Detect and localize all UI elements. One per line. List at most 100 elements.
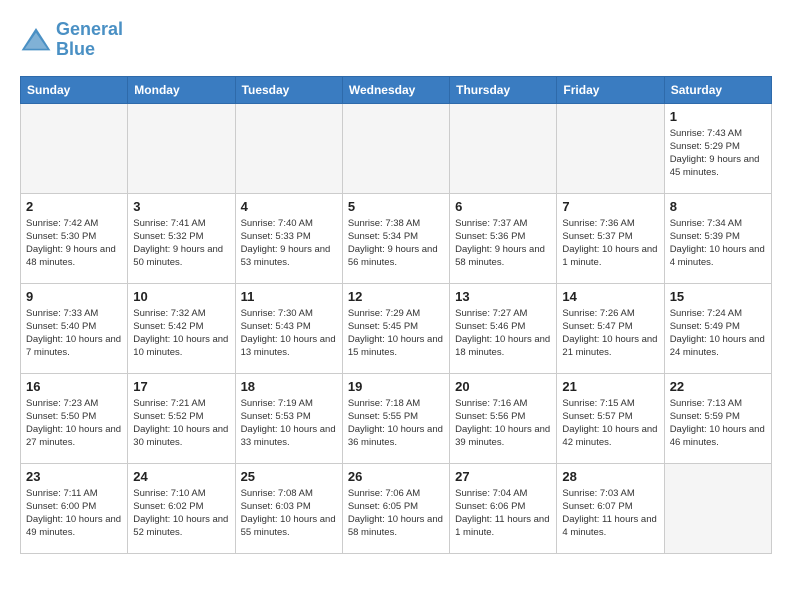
- weekday-header-thursday: Thursday: [450, 76, 557, 103]
- weekday-header-monday: Monday: [128, 76, 235, 103]
- calendar-cell: 13 Sunrise: 7:27 AM Sunset: 5:46 PM Dayli…: [450, 283, 557, 373]
- day-info: Sunrise: 7:33 AM Sunset: 5:40 PM Dayligh…: [26, 307, 122, 360]
- day-info: Sunrise: 7:36 AM Sunset: 5:37 PM Dayligh…: [562, 217, 658, 270]
- page-header: General Blue: [20, 20, 772, 60]
- week-row-3: 9 Sunrise: 7:33 AM Sunset: 5:40 PM Daylig…: [21, 283, 772, 373]
- day-number: 1: [670, 109, 766, 124]
- day-info: Sunrise: 7:11 AM Sunset: 6:00 PM Dayligh…: [26, 487, 122, 540]
- calendar-cell: 4 Sunrise: 7:40 AM Sunset: 5:33 PM Daylig…: [235, 193, 342, 283]
- day-number: 11: [241, 289, 337, 304]
- calendar-cell: 19 Sunrise: 7:18 AM Sunset: 5:55 PM Dayli…: [342, 373, 449, 463]
- calendar-cell: 15 Sunrise: 7:24 AM Sunset: 5:49 PM Dayli…: [664, 283, 771, 373]
- calendar-cell: 24Sunrise: 7:10 AM Sunset: 6:02 PM Dayli…: [128, 463, 235, 553]
- day-info: Sunrise: 7:26 AM Sunset: 5:47 PM Dayligh…: [562, 307, 658, 360]
- calendar-cell: [235, 103, 342, 193]
- day-number: 8: [670, 199, 766, 214]
- day-info: Sunrise: 7:37 AM Sunset: 5:36 PM Dayligh…: [455, 217, 551, 270]
- day-number: 19: [348, 379, 444, 394]
- calendar-cell: 5 Sunrise: 7:38 AM Sunset: 5:34 PM Daylig…: [342, 193, 449, 283]
- calendar-cell: 3 Sunrise: 7:41 AM Sunset: 5:32 PM Daylig…: [128, 193, 235, 283]
- calendar-cell: 23 Sunrise: 7:11 AM Sunset: 6:00 PM Dayli…: [21, 463, 128, 553]
- day-number: 5: [348, 199, 444, 214]
- calendar-cell: 8 Sunrise: 7:34 AM Sunset: 5:39 PM Daylig…: [664, 193, 771, 283]
- day-number: 14: [562, 289, 658, 304]
- calendar-cell: 20 Sunrise: 7:16 AM Sunset: 5:56 PM Dayli…: [450, 373, 557, 463]
- day-number: 13: [455, 289, 551, 304]
- week-row-5: 23 Sunrise: 7:11 AM Sunset: 6:00 PM Dayli…: [21, 463, 772, 553]
- day-number: 15: [670, 289, 766, 304]
- calendar-cell: 9 Sunrise: 7:33 AM Sunset: 5:40 PM Daylig…: [21, 283, 128, 373]
- day-number: 4: [241, 199, 337, 214]
- day-number: 27: [455, 469, 551, 484]
- logo-text: General Blue: [56, 20, 123, 60]
- day-number: 17: [133, 379, 229, 394]
- day-number: 20: [455, 379, 551, 394]
- day-number: 3: [133, 199, 229, 214]
- day-number: 18: [241, 379, 337, 394]
- day-info: Sunrise: 7:15 AM Sunset: 5:57 PM Dayligh…: [562, 397, 658, 450]
- day-info: Sunrise: 7:19 AM Sunset: 5:53 PM Dayligh…: [241, 397, 337, 450]
- calendar-cell: 11 Sunrise: 7:30 AM Sunset: 5:43 PM Dayli…: [235, 283, 342, 373]
- calendar-table: SundayMondayTuesdayWednesdayThursdayFrid…: [20, 76, 772, 554]
- calendar-cell: 18 Sunrise: 7:19 AM Sunset: 5:53 PM Dayli…: [235, 373, 342, 463]
- day-number: 22: [670, 379, 766, 394]
- calendar-cell: 28Sunrise: 7:03 AM Sunset: 6:07 PM Dayli…: [557, 463, 664, 553]
- day-number: 21: [562, 379, 658, 394]
- weekday-header-wednesday: Wednesday: [342, 76, 449, 103]
- day-info: Sunrise: 7:29 AM Sunset: 5:45 PM Dayligh…: [348, 307, 444, 360]
- calendar-cell: 2 Sunrise: 7:42 AM Sunset: 5:30 PM Daylig…: [21, 193, 128, 283]
- day-info: Sunrise: 7:41 AM Sunset: 5:32 PM Dayligh…: [133, 217, 229, 270]
- calendar-cell: [21, 103, 128, 193]
- week-row-2: 2 Sunrise: 7:42 AM Sunset: 5:30 PM Daylig…: [21, 193, 772, 283]
- day-info: Sunrise: 7:30 AM Sunset: 5:43 PM Dayligh…: [241, 307, 337, 360]
- calendar-cell: 12 Sunrise: 7:29 AM Sunset: 5:45 PM Dayli…: [342, 283, 449, 373]
- day-number: 25: [241, 469, 337, 484]
- calendar-cell: 22 Sunrise: 7:13 AM Sunset: 5:59 PM Dayli…: [664, 373, 771, 463]
- week-row-4: 16 Sunrise: 7:23 AM Sunset: 5:50 PM Dayli…: [21, 373, 772, 463]
- calendar-cell: 14 Sunrise: 7:26 AM Sunset: 5:47 PM Dayli…: [557, 283, 664, 373]
- day-info: Sunrise: 7:42 AM Sunset: 5:30 PM Dayligh…: [26, 217, 122, 270]
- day-number: 12: [348, 289, 444, 304]
- day-info: Sunrise: 7:08 AM Sunset: 6:03 PM Dayligh…: [241, 487, 337, 540]
- day-number: 16: [26, 379, 122, 394]
- day-info: Sunrise: 7:06 AM Sunset: 6:05 PM Dayligh…: [348, 487, 444, 540]
- week-row-1: 1Sunrise: 7:43 AM Sunset: 5:29 PM Daylig…: [21, 103, 772, 193]
- calendar-cell: [664, 463, 771, 553]
- calendar-cell: 1Sunrise: 7:43 AM Sunset: 5:29 PM Daylig…: [664, 103, 771, 193]
- day-info: Sunrise: 7:27 AM Sunset: 5:46 PM Dayligh…: [455, 307, 551, 360]
- calendar-cell: 27Sunrise: 7:04 AM Sunset: 6:06 PM Dayli…: [450, 463, 557, 553]
- day-info: Sunrise: 7:32 AM Sunset: 5:42 PM Dayligh…: [133, 307, 229, 360]
- calendar-cell: 26Sunrise: 7:06 AM Sunset: 6:05 PM Dayli…: [342, 463, 449, 553]
- day-info: Sunrise: 7:23 AM Sunset: 5:50 PM Dayligh…: [26, 397, 122, 450]
- day-number: 9: [26, 289, 122, 304]
- day-number: 7: [562, 199, 658, 214]
- weekday-header-row: SundayMondayTuesdayWednesdayThursdayFrid…: [21, 76, 772, 103]
- day-info: Sunrise: 7:24 AM Sunset: 5:49 PM Dayligh…: [670, 307, 766, 360]
- weekday-header-saturday: Saturday: [664, 76, 771, 103]
- calendar-cell: [450, 103, 557, 193]
- calendar-cell: [342, 103, 449, 193]
- day-info: Sunrise: 7:40 AM Sunset: 5:33 PM Dayligh…: [241, 217, 337, 270]
- weekday-header-sunday: Sunday: [21, 76, 128, 103]
- day-number: 10: [133, 289, 229, 304]
- day-number: 23: [26, 469, 122, 484]
- day-info: Sunrise: 7:13 AM Sunset: 5:59 PM Dayligh…: [670, 397, 766, 450]
- calendar-cell: 21 Sunrise: 7:15 AM Sunset: 5:57 PM Dayli…: [557, 373, 664, 463]
- day-info: Sunrise: 7:03 AM Sunset: 6:07 PM Dayligh…: [562, 487, 658, 540]
- day-info: Sunrise: 7:21 AM Sunset: 5:52 PM Dayligh…: [133, 397, 229, 450]
- weekday-header-tuesday: Tuesday: [235, 76, 342, 103]
- day-info: Sunrise: 7:34 AM Sunset: 5:39 PM Dayligh…: [670, 217, 766, 270]
- day-info: Sunrise: 7:16 AM Sunset: 5:56 PM Dayligh…: [455, 397, 551, 450]
- day-info: Sunrise: 7:38 AM Sunset: 5:34 PM Dayligh…: [348, 217, 444, 270]
- day-info: Sunrise: 7:18 AM Sunset: 5:55 PM Dayligh…: [348, 397, 444, 450]
- logo: General Blue: [20, 20, 123, 60]
- calendar-cell: 7 Sunrise: 7:36 AM Sunset: 5:37 PM Daylig…: [557, 193, 664, 283]
- day-number: 2: [26, 199, 122, 214]
- weekday-header-friday: Friday: [557, 76, 664, 103]
- day-info: Sunrise: 7:10 AM Sunset: 6:02 PM Dayligh…: [133, 487, 229, 540]
- calendar-cell: 10 Sunrise: 7:32 AM Sunset: 5:42 PM Dayli…: [128, 283, 235, 373]
- calendar-cell: 6Sunrise: 7:37 AM Sunset: 5:36 PM Daylig…: [450, 193, 557, 283]
- calendar-cell: [128, 103, 235, 193]
- calendar-cell: 17 Sunrise: 7:21 AM Sunset: 5:52 PM Dayli…: [128, 373, 235, 463]
- calendar-cell: [557, 103, 664, 193]
